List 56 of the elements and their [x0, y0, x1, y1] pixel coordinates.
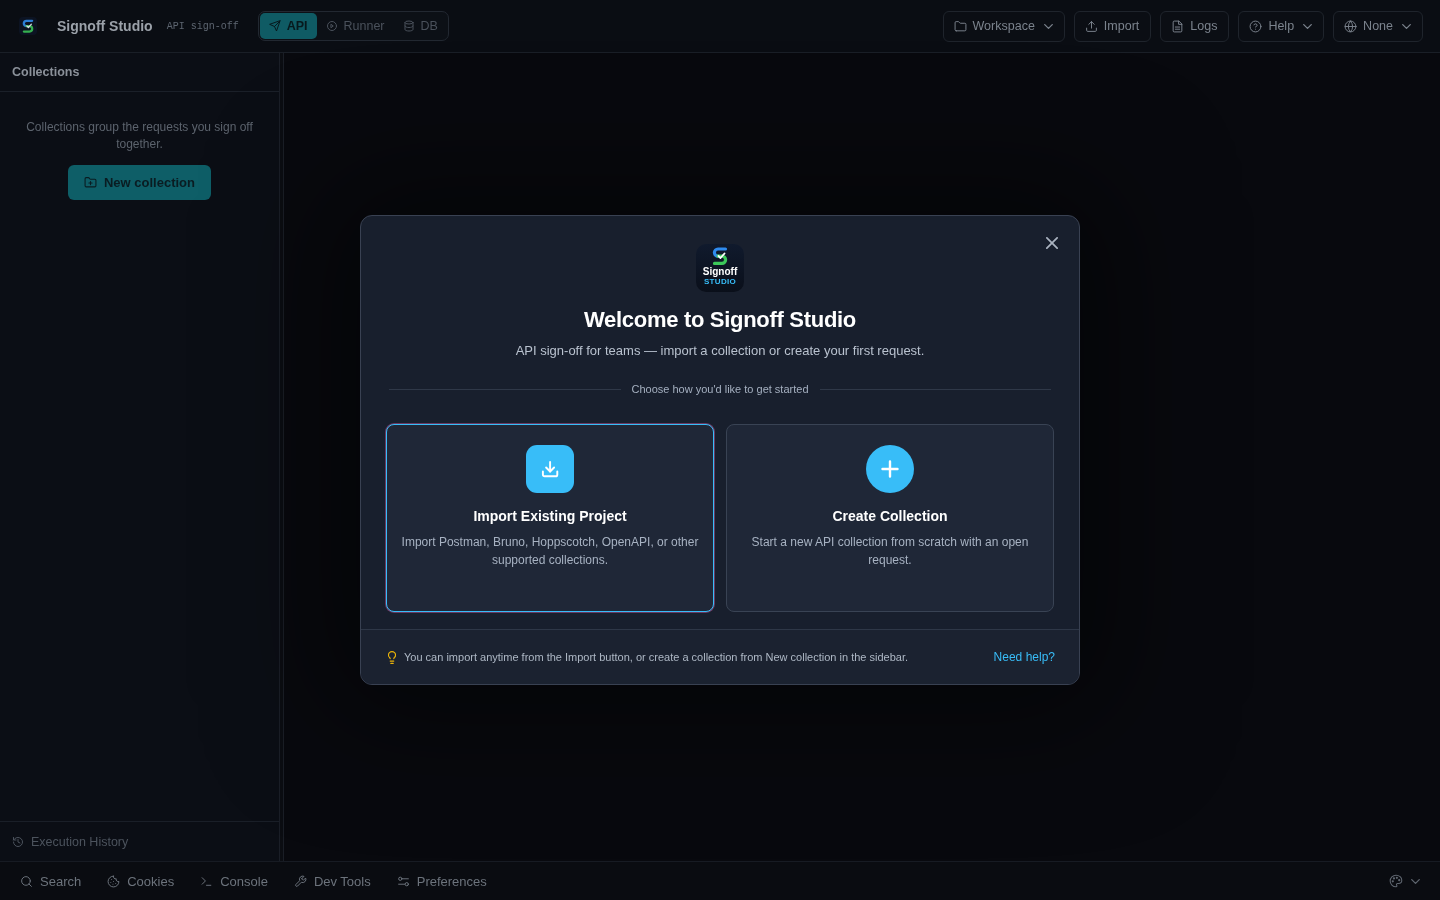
new-collection-button[interactable]: New collection	[68, 165, 211, 200]
help-icon	[1249, 19, 1263, 33]
document-icon	[1171, 19, 1185, 33]
execution-history-link[interactable]: Execution History	[12, 834, 129, 849]
sidebar-title: Collections	[12, 65, 80, 79]
folder-plus-icon	[84, 176, 97, 189]
tip-text: You can import anytime from the Import button, or create a collection from New collection in the sidebar.	[404, 651, 908, 663]
send-icon	[268, 20, 281, 32]
option-title: Create Collection	[832, 507, 948, 525]
globe-icon	[1344, 19, 1358, 33]
play-circle-icon	[325, 20, 338, 32]
logs-button[interactable]: Logs	[1160, 10, 1230, 42]
import-button[interactable]: Import	[1073, 10, 1152, 42]
option-description: Import Postman, Bruno, Hoppscotch, OpenAPI, or other supported collections.	[401, 534, 699, 569]
app-logo-icon	[19, 17, 37, 35]
mode-tab[interactable]: Runner	[316, 13, 394, 39]
logo-wordmark: Signoff	[702, 266, 738, 277]
logo-subtitle: STUDIO	[704, 277, 736, 287]
workspace-button[interactable]: Workspace	[942, 10, 1065, 42]
sliders-icon	[396, 874, 410, 888]
dialog-subtitle: API sign-off for teams — import a collection or create your first request.	[515, 342, 925, 360]
database-icon	[402, 20, 415, 32]
download-icon	[526, 445, 574, 493]
dev-tools-button[interactable]: Dev Tools	[293, 873, 371, 889]
empty-state-text: Collections group the requests you sign off together.	[25, 119, 254, 153]
help-button[interactable]: Help	[1238, 10, 1325, 42]
chevron-down-icon	[1411, 878, 1420, 884]
theme-button[interactable]	[1389, 874, 1420, 888]
plus-icon	[866, 445, 914, 493]
app-tagline: API sign-off	[166, 20, 239, 32]
preferences-button[interactable]: Preferences	[396, 873, 487, 889]
need-help-link[interactable]: Need help?	[993, 650, 1055, 664]
lightbulb-icon	[388, 650, 396, 664]
wrench-icon	[293, 874, 307, 888]
logo-mark-icon	[712, 247, 728, 266]
cookies-button[interactable]: Cookies	[107, 873, 175, 889]
palette-icon	[1389, 874, 1403, 888]
mode-tab[interactable]: API	[259, 13, 317, 39]
search-button[interactable]: Search	[20, 873, 82, 889]
import-option-card[interactable]: Import Existing Project Import Postman, Bruno, Hoppscotch, OpenAPI, or other supported collections.	[386, 424, 714, 612]
history-icon	[12, 835, 24, 848]
upload-icon	[1084, 19, 1098, 33]
console-button[interactable]: Console	[200, 873, 268, 889]
dialog-title: Welcome to Signoff Studio	[584, 306, 856, 334]
option-title: Import Existing Project	[473, 507, 627, 525]
cookie-icon	[107, 874, 121, 888]
option-description: Start a new API collection from scratch with an open request.	[750, 534, 1030, 569]
mode-tab[interactable]: DB	[393, 13, 447, 39]
selector-button[interactable]: None	[1333, 10, 1423, 42]
app-name: Signoff Studio	[57, 18, 153, 34]
terminal-icon	[200, 874, 214, 888]
divider-label: Choose how you'd like to get started	[631, 382, 809, 396]
search-icon	[20, 874, 33, 888]
folder-icon	[953, 19, 967, 33]
create-option-card[interactable]: Create Collection Start a new API collection from scratch with an open request.	[726, 424, 1054, 612]
close-icon	[1046, 237, 1058, 249]
